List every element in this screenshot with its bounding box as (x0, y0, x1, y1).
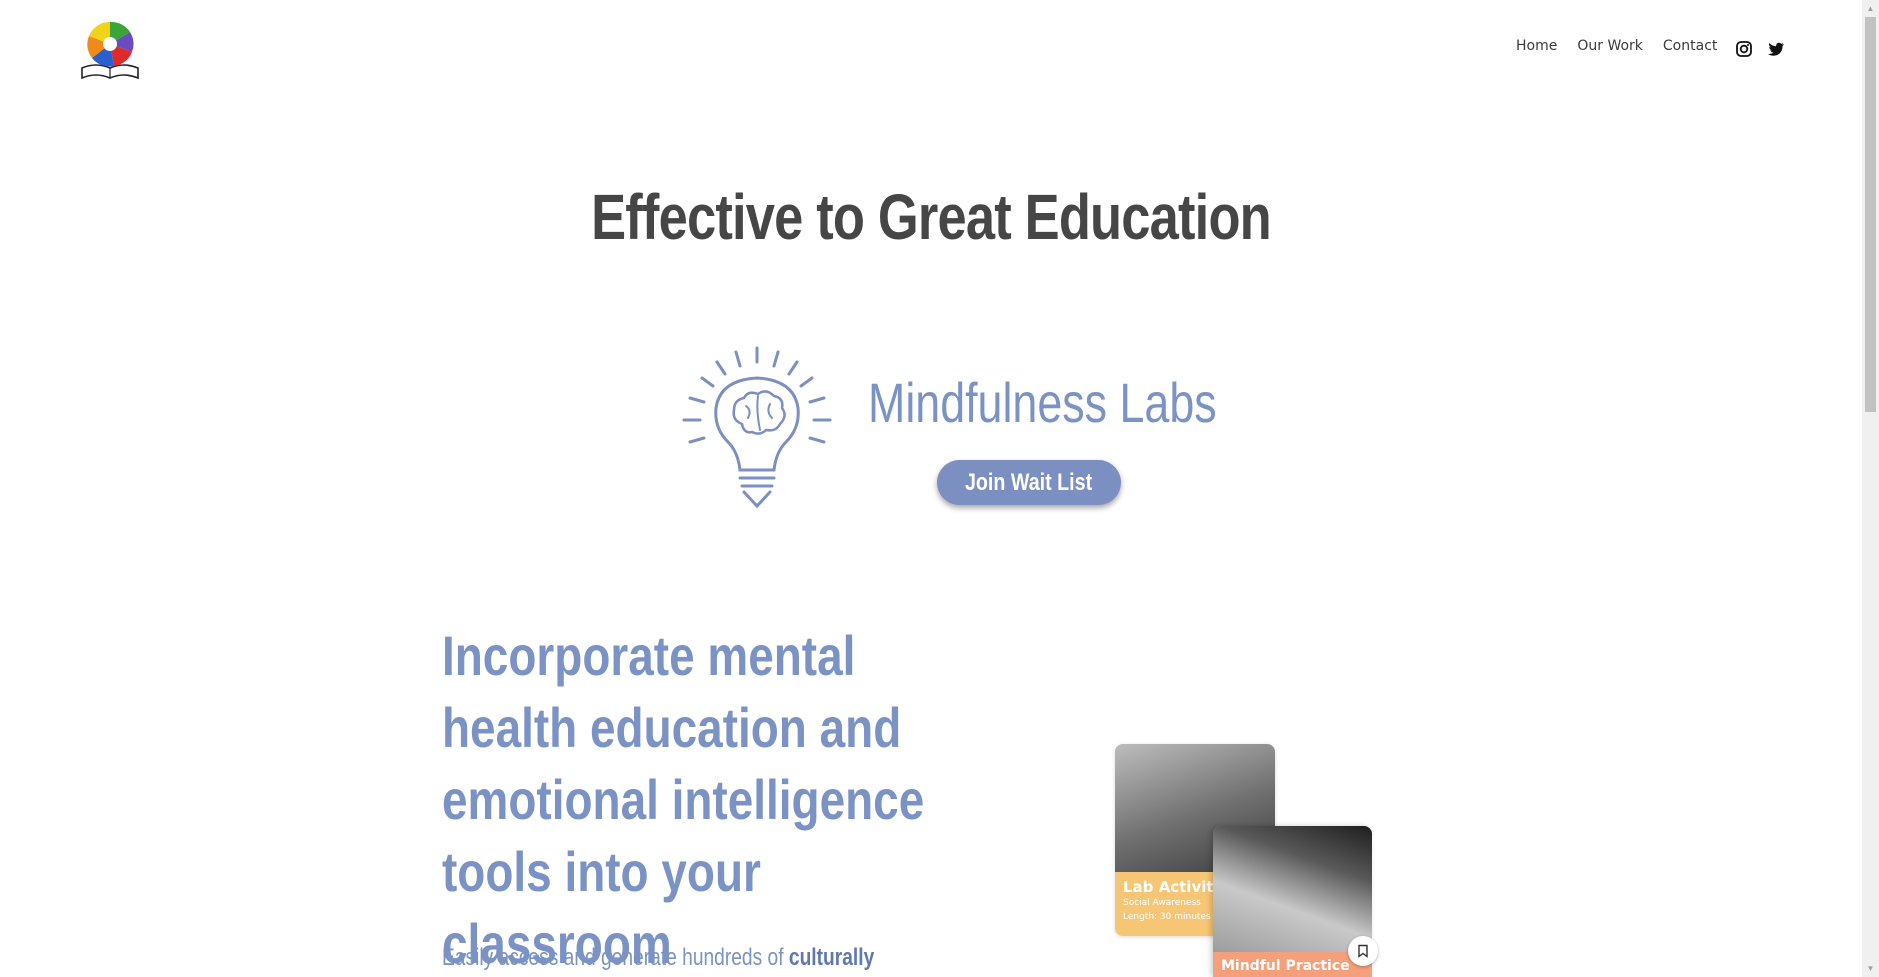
mindful-practice-title: Mindful Practice (1221, 958, 1350, 974)
nav-home[interactable]: Home (1516, 38, 1557, 54)
bookmark-icon[interactable] (1348, 936, 1378, 966)
scroll-up-arrow-icon[interactable]: ▲ (1862, 0, 1879, 17)
students-photo (1213, 826, 1372, 956)
scroll-down-arrow-icon[interactable]: ▼ (1862, 960, 1879, 977)
join-wait-list-label: Join Wait List (965, 468, 1093, 496)
section-body-prefix: Easily access and generate hundreds of (442, 944, 784, 971)
section-body-bold: culturally (788, 944, 875, 971)
vertical-scrollbar[interactable]: ▲ ▼ (1862, 0, 1879, 977)
lightbulb-brain-icon (672, 340, 842, 510)
nav-our-work[interactable]: Our Work (1577, 38, 1643, 54)
nav-contact[interactable]: Contact (1663, 38, 1717, 54)
section-headline: Incorporate mental health education and … (442, 624, 925, 975)
hero-title: Effective to Great Education (591, 181, 1272, 253)
main-nav: Home Our Work Contact (1516, 38, 1717, 54)
twitter-icon[interactable] (1767, 40, 1785, 58)
social-links (1735, 40, 1785, 58)
section-body: Easily access and generate hundreds of c… (442, 944, 874, 972)
join-wait-list-button[interactable]: Join Wait List (937, 460, 1121, 505)
scroll-thumb[interactable] (1865, 17, 1876, 412)
site-logo[interactable] (80, 18, 140, 80)
page: Home Our Work Contact Effective to Great… (0, 0, 1862, 977)
instagram-icon[interactable] (1735, 40, 1753, 58)
labs-title: Mindfulness Labs (868, 371, 1217, 434)
